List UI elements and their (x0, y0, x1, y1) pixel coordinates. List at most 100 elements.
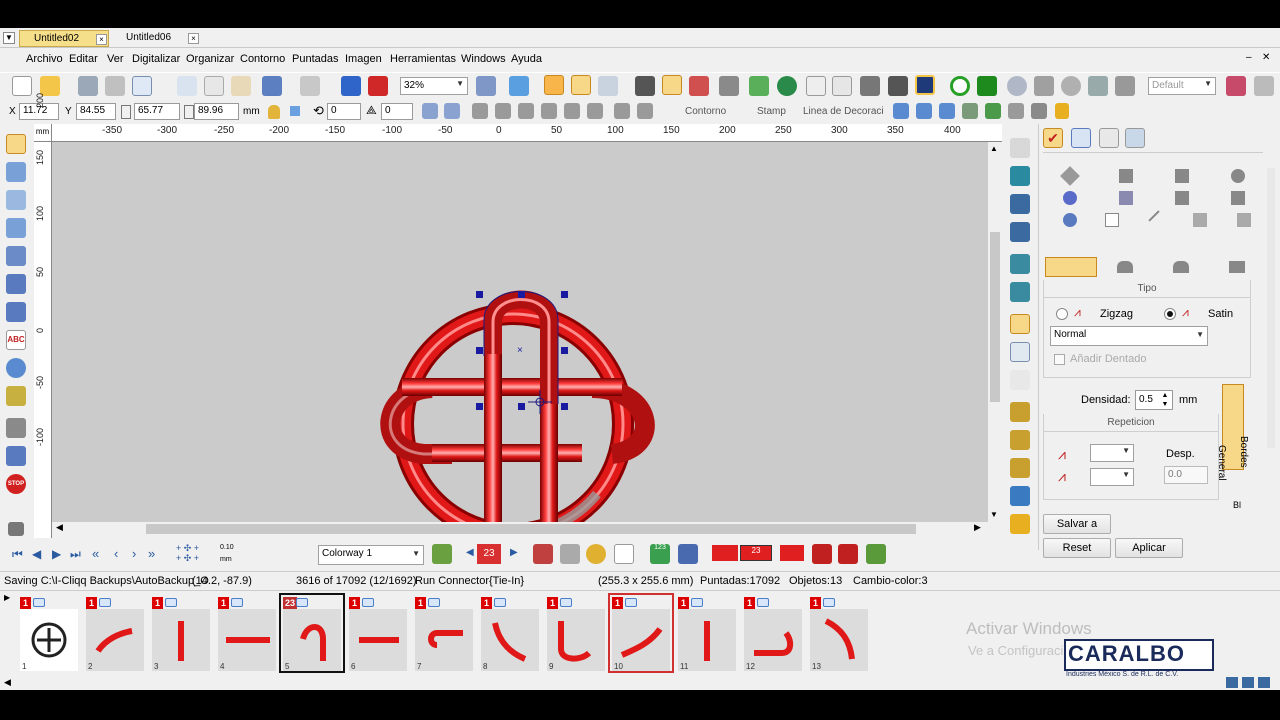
rewind-icon[interactable]: « (92, 546, 99, 561)
color-wheel-icon[interactable] (586, 544, 606, 564)
lamp-icon[interactable] (1008, 103, 1024, 119)
monitor-icon[interactable] (1010, 486, 1030, 506)
color-picker-icon[interactable] (533, 544, 553, 564)
first-icon[interactable]: ⏮ (12, 547, 23, 562)
satin-radio[interactable] (1164, 308, 1176, 320)
panel-scrollbar[interactable] (1267, 168, 1275, 448)
reset-button[interactable]: Reset (1043, 538, 1111, 558)
zoom-fit-icon[interactable] (476, 76, 496, 96)
stitch-tab-icon[interactable] (1117, 261, 1133, 273)
menu-windows[interactable]: Windows (461, 53, 506, 65)
strip-scrollbar[interactable]: ◀ (0, 676, 1280, 690)
pattern-icon[interactable] (1175, 169, 1189, 183)
current-color-swatch[interactable]: 23 (477, 544, 501, 564)
satin-column-tab[interactable] (1045, 257, 1097, 277)
window-icon[interactable] (132, 76, 152, 96)
grid-view-icon[interactable] (1010, 342, 1030, 362)
line-icon[interactable] (1148, 210, 1160, 222)
tab-untitled02[interactable]: Untitled02 × (19, 30, 109, 47)
transform-icon[interactable] (893, 103, 909, 119)
frame-active-icon[interactable] (1010, 314, 1030, 334)
fill-stitch-icon[interactable] (6, 274, 26, 294)
mirror-h-icon[interactable] (422, 103, 438, 119)
image-icon[interactable] (1125, 128, 1145, 148)
sequence-thumbnail[interactable]: 1 10 (608, 593, 674, 673)
satin-mode-select[interactable]: Normal ▼ (1050, 326, 1208, 346)
spool-icon[interactable] (1010, 514, 1030, 534)
nudge-icon[interactable]: + ✣ + + ✣ + (176, 543, 199, 563)
prev-icon[interactable]: ◀ (32, 547, 41, 561)
palette-icon[interactable] (432, 544, 452, 564)
lock-icon[interactable] (268, 105, 280, 119)
import-icon[interactable] (341, 76, 361, 96)
redo-icon[interactable] (300, 76, 320, 96)
horizontal-bar-top[interactable] (402, 378, 622, 396)
hscroll-thumb[interactable] (146, 524, 916, 534)
axis-icon[interactable] (1010, 370, 1030, 390)
magnifier-icon[interactable] (1007, 76, 1027, 96)
print-icon[interactable] (105, 76, 125, 96)
sequence-thumbnail[interactable]: 23 5 (279, 593, 345, 673)
scan-icon[interactable] (1010, 254, 1030, 274)
grid-icon[interactable] (598, 76, 618, 96)
tab-bl[interactable]: Bl (1233, 500, 1241, 510)
sequence-thumbnail[interactable]: 1 13 (808, 595, 870, 671)
sequence-thumbnail[interactable]: 19 (545, 595, 607, 671)
sequence-thumbnail[interactable]: 17 (413, 595, 475, 671)
node-break-icon[interactable] (587, 103, 603, 119)
refresh-icon[interactable] (1088, 76, 1108, 96)
settings-icon[interactable] (1254, 76, 1274, 96)
edit-pen-icon[interactable] (1010, 138, 1030, 158)
color-bar-1[interactable] (712, 545, 738, 561)
height-field[interactable]: 89.96 (194, 103, 239, 120)
lightning-icon[interactable] (1055, 103, 1069, 119)
wave-icon[interactable] (1119, 191, 1133, 205)
stitch-node-icon[interactable] (1010, 458, 1030, 478)
tab-untitled06[interactable]: Untitled06 × (114, 30, 204, 47)
color-copy-icon[interactable] (560, 544, 580, 564)
menu-organizar[interactable]: Organizar (186, 53, 234, 65)
view-list-icon[interactable] (1242, 677, 1254, 688)
sequence-thumbnail[interactable]: 12 (84, 595, 146, 671)
scan-alt-icon[interactable] (1010, 282, 1030, 302)
node-edit-icon[interactable] (518, 103, 534, 119)
tab-list-dropdown[interactable]: ▼ (3, 32, 15, 44)
zigzag-radio[interactable] (1056, 308, 1068, 320)
slant-field[interactable]: 0 (381, 103, 413, 120)
stitch-icon[interactable] (719, 76, 739, 96)
chart-icon[interactable] (1226, 76, 1246, 96)
show-image-icon[interactable] (571, 75, 591, 95)
next-icon[interactable]: ▶ (52, 547, 61, 561)
shape-icon[interactable] (6, 190, 26, 210)
block-icon[interactable] (1231, 191, 1245, 205)
last-icon[interactable]: ⏭ (70, 547, 81, 562)
sequence-thumbnail[interactable]: 13 (150, 595, 212, 671)
prev-color-icon[interactable]: ◀ (466, 547, 474, 558)
grid-small-icon[interactable] (290, 106, 300, 116)
stitch-tab-icon[interactable] (1173, 261, 1189, 273)
view-grid-icon[interactable] (1258, 677, 1270, 688)
menu-editar[interactable]: Editar (69, 53, 98, 65)
menu-ayuda[interactable]: Ayuda (511, 53, 542, 65)
column-icon[interactable] (6, 302, 26, 322)
stop-icon[interactable]: STOP (6, 474, 26, 494)
stamp-label[interactable]: Stamp (757, 106, 786, 117)
square-green-icon[interactable] (977, 76, 997, 96)
sequence-thumbnail[interactable]: 14 (216, 595, 278, 671)
dash-icon[interactable] (1193, 213, 1207, 227)
embroidery-design[interactable]: × (52, 142, 988, 522)
stitch-sim-icon[interactable] (1010, 402, 1030, 422)
fx-icon[interactable] (1063, 191, 1077, 205)
ruler-tool-icon[interactable] (1237, 213, 1251, 227)
densidad-spinner[interactable]: ▲ ▼ (1159, 391, 1171, 409)
y-field[interactable]: 84.55 (76, 103, 116, 120)
stitch-edit-icon[interactable] (1010, 430, 1030, 450)
machine-icon[interactable] (866, 544, 886, 564)
scissors-icon[interactable] (6, 446, 26, 466)
frame-icon[interactable] (806, 76, 826, 96)
circle-green-icon[interactable] (950, 76, 970, 96)
trace-icon[interactable] (860, 76, 880, 96)
next-color-icon[interactable]: ▶ (510, 547, 518, 558)
eye-active-icon[interactable] (662, 75, 682, 95)
eraser-icon[interactable] (8, 522, 24, 536)
